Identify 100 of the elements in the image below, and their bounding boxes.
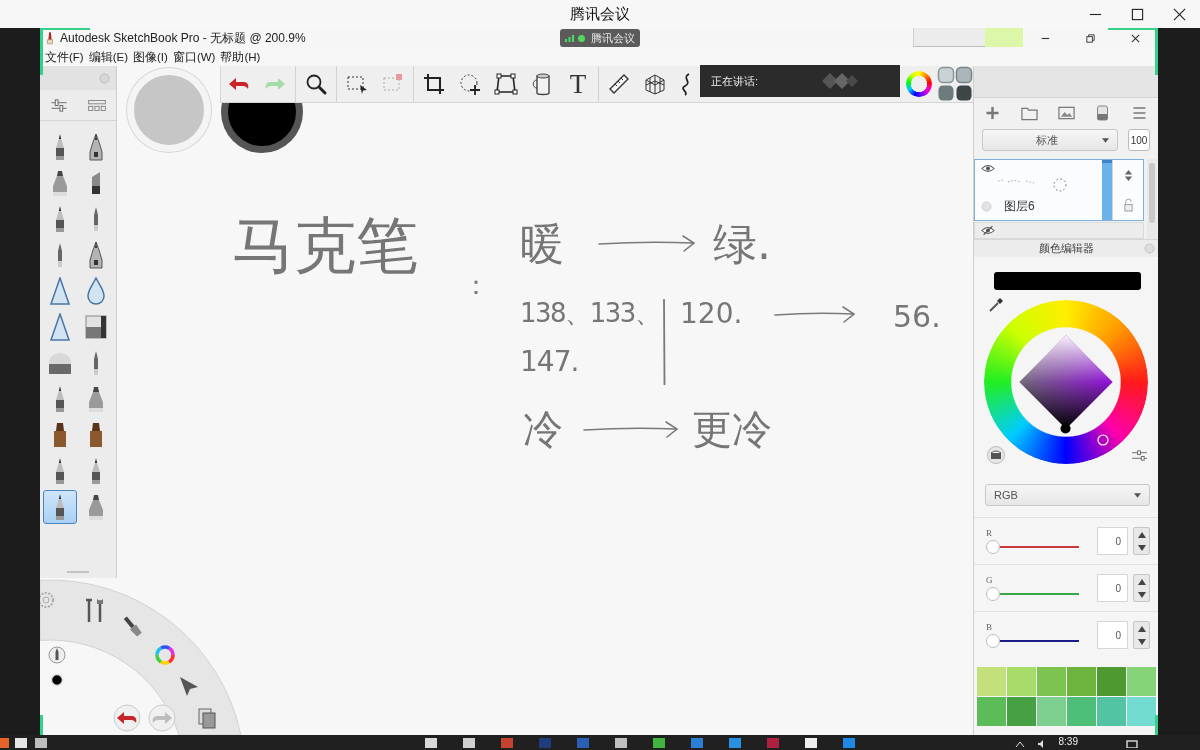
restore-icon [1085,32,1096,44]
color-swatch[interactable] [1097,697,1126,726]
padlock-icon[interactable] [1122,197,1134,213]
menu-item[interactable]: 窗口(W) [172,49,216,65]
sliders-icon [49,97,69,113]
caret-up-icon[interactable] [1014,740,1025,748]
speaker-label: 正在讲话: [711,73,759,89]
brush-settings-button[interactable] [49,97,69,113]
brush-library-button[interactable] [87,97,107,113]
drop-icon [87,277,105,305]
signal-bars-icon [565,34,575,42]
stepper-button[interactable] [1133,574,1150,602]
status-dot-icon [578,34,585,42]
arrow-icon [582,419,680,439]
color-swatch[interactable] [1007,667,1036,696]
swatches-button[interactable] [937,66,973,102]
color-swatch[interactable] [1037,667,1066,696]
caret-up-icon [1137,531,1146,538]
color-swatch[interactable] [1127,697,1156,726]
menu-icon [1131,105,1148,121]
layer-row[interactable]: 图层6 [974,159,1144,221]
slider-thumb[interactable] [986,540,1000,554]
stepper-button[interactable] [1133,527,1150,555]
handwritten-text: 147. [520,348,579,376]
menu-item[interactable]: 编辑(E) [88,49,129,65]
menu-item[interactable]: 文件(F) [45,49,84,65]
layer-menu-button[interactable] [1131,105,1148,121]
pen-icon[interactable] [48,646,66,664]
brush-swap-icon[interactable] [987,446,1005,464]
scrollbar[interactable] [1147,159,1157,239]
ring-marker-icon[interactable] [1097,434,1109,446]
handwritten-text: 138、133、 [520,300,660,326]
sliders-icon[interactable] [1131,449,1148,462]
color-swatch[interactable] [977,667,1006,696]
radio-circle-icon[interactable] [981,201,992,212]
brush-icon [89,422,103,448]
add-layer-button[interactable] [984,105,1001,121]
opacity-field[interactable]: 100 [1128,129,1150,151]
slider-thumb[interactable] [986,587,1000,601]
paintbrush-icon[interactable] [123,616,142,637]
color-swatch[interactable] [1067,667,1096,696]
paintbrush-icon [45,31,55,45]
stepper-button[interactable] [1133,621,1150,649]
channel-label: B [986,622,993,632]
layer-group-button[interactable] [1020,105,1038,121]
color-marker-icon[interactable] [1060,423,1071,434]
layers-icon[interactable] [198,708,216,729]
color-dot-icon[interactable] [50,673,64,687]
color-swatch[interactable] [1007,697,1036,726]
slider-thumb[interactable] [986,634,1000,648]
handwritten-text: 更冷 [692,409,772,449]
share-frame-line [1155,715,1158,735]
square-handles-icon [494,72,518,96]
color-mode-dropdown[interactable]: RGB [985,484,1150,506]
color-swatch[interactable] [977,697,1006,726]
menu-item[interactable]: 帮助(H) [220,49,261,65]
pen-nib-icon [91,457,101,485]
window-title: 腾讯会议 [570,4,630,24]
pen-nib-icon [55,385,65,413]
color-wheel-icon [906,71,932,97]
color-swatch[interactable] [1097,667,1126,696]
tools-icon[interactable] [84,598,103,624]
handwritten-text: 绿. [713,222,771,266]
pen-icon [93,206,99,232]
color-swatch[interactable] [1067,697,1096,726]
color-swatch[interactable] [1127,667,1156,696]
handwritten-text: 120. [680,300,743,328]
caret-down-icon [1137,591,1146,598]
channel-value-field[interactable]: 0 [1097,527,1128,555]
color-swatch[interactable] [1037,697,1066,726]
marker-icon [52,169,68,197]
crossed-eye-icon[interactable] [981,226,995,235]
double-caret-icon[interactable] [1122,167,1134,183]
menu-item[interactable]: 图像(I) [133,49,168,65]
import-image-button[interactable] [1057,105,1075,121]
fountain-pen-icon [89,241,103,269]
notification-icon[interactable] [1126,740,1138,748]
channel-value-field[interactable]: 0 [1097,574,1128,602]
caret-down-icon [1137,638,1146,645]
marker-icon [88,493,104,521]
cursor-arrow-icon[interactable] [180,677,198,696]
layer-thumbnail [997,178,1067,192]
eyedropper-icon[interactable] [988,297,1004,313]
brush-tool-button[interactable] [43,490,77,524]
circle-icon [99,72,110,84]
fountain-pen-icon [89,133,103,161]
close-icon [1130,32,1141,44]
text-tool-button[interactable]: T [560,66,596,102]
arrow-icon [597,233,697,253]
color-puck[interactable] [219,103,305,154]
meeting-badge[interactable]: 腾讯会议 [560,29,640,47]
pen-nib-icon [55,205,65,233]
blend-mode-dropdown[interactable]: 标准 [982,129,1118,151]
channel-value-field[interactable]: 0 [1097,621,1128,649]
window-title: Autodesk SketchBook Pro - 无标题 @ 200.9% [60,29,306,47]
close-icon [1172,7,1186,21]
color-wheel-icon[interactable] [155,645,175,665]
eye-icon[interactable] [981,164,995,173]
badge-label: 腾讯会议 [591,30,635,46]
panel-title: 颜色编辑器 [1038,241,1094,256]
